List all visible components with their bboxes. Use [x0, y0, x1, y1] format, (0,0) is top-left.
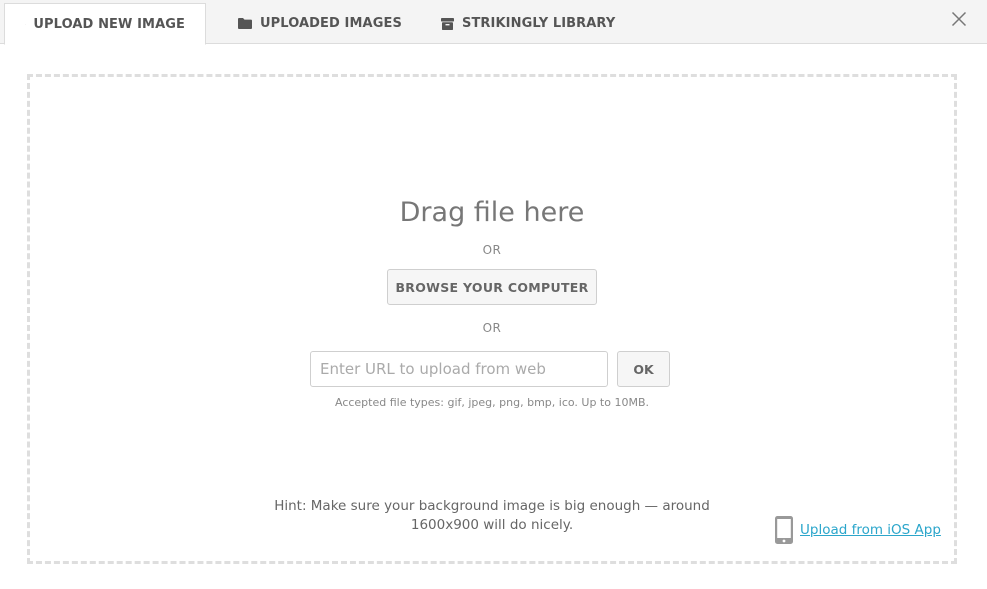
close-button[interactable] — [951, 11, 967, 27]
ok-button[interactable]: OK — [617, 351, 670, 387]
or-separator: OR — [482, 243, 502, 257]
accepted-file-types: Accepted file types: gif, jpeg, png, bmp… — [334, 396, 649, 409]
upload-from-ios-link[interactable]: Upload from iOS App — [774, 515, 941, 545]
or-separator: OR — [482, 321, 502, 335]
tab-bar: UPLOAD NEW IMAGE UPLOADED IMAGES STRIKIN… — [0, 0, 987, 45]
tab-label: STRIKINGLY LIBRARY — [462, 16, 616, 31]
smartphone-icon — [775, 516, 793, 544]
drag-file-title: Drag file here — [399, 197, 585, 228]
image-upload-modal: UPLOAD NEW IMAGE UPLOADED IMAGES STRIKIN… — [0, 0, 987, 589]
tab-label: UPLOAD NEW IMAGE — [33, 16, 185, 32]
size-hint: Hint: Make sure your background image is… — [274, 498, 710, 533]
close-icon — [951, 11, 967, 27]
ios-link-label: Upload from iOS App — [800, 522, 941, 538]
tab-strikingly-library[interactable]: STRIKINGLY LIBRARY — [421, 3, 635, 44]
tab-label: UPLOADED IMAGES — [260, 16, 402, 31]
drop-zone[interactable]: Drag file here OR BROWSE YOUR COMPUTER O… — [27, 74, 957, 564]
tab-upload-new-image[interactable]: UPLOAD NEW IMAGE — [4, 3, 206, 45]
archive-box-icon — [441, 17, 454, 30]
url-input[interactable] — [310, 351, 608, 387]
browse-computer-button[interactable]: BROWSE YOUR COMPUTER — [387, 269, 597, 305]
folder-icon — [238, 18, 252, 29]
tab-uploaded-images[interactable]: UPLOADED IMAGES — [218, 3, 422, 44]
